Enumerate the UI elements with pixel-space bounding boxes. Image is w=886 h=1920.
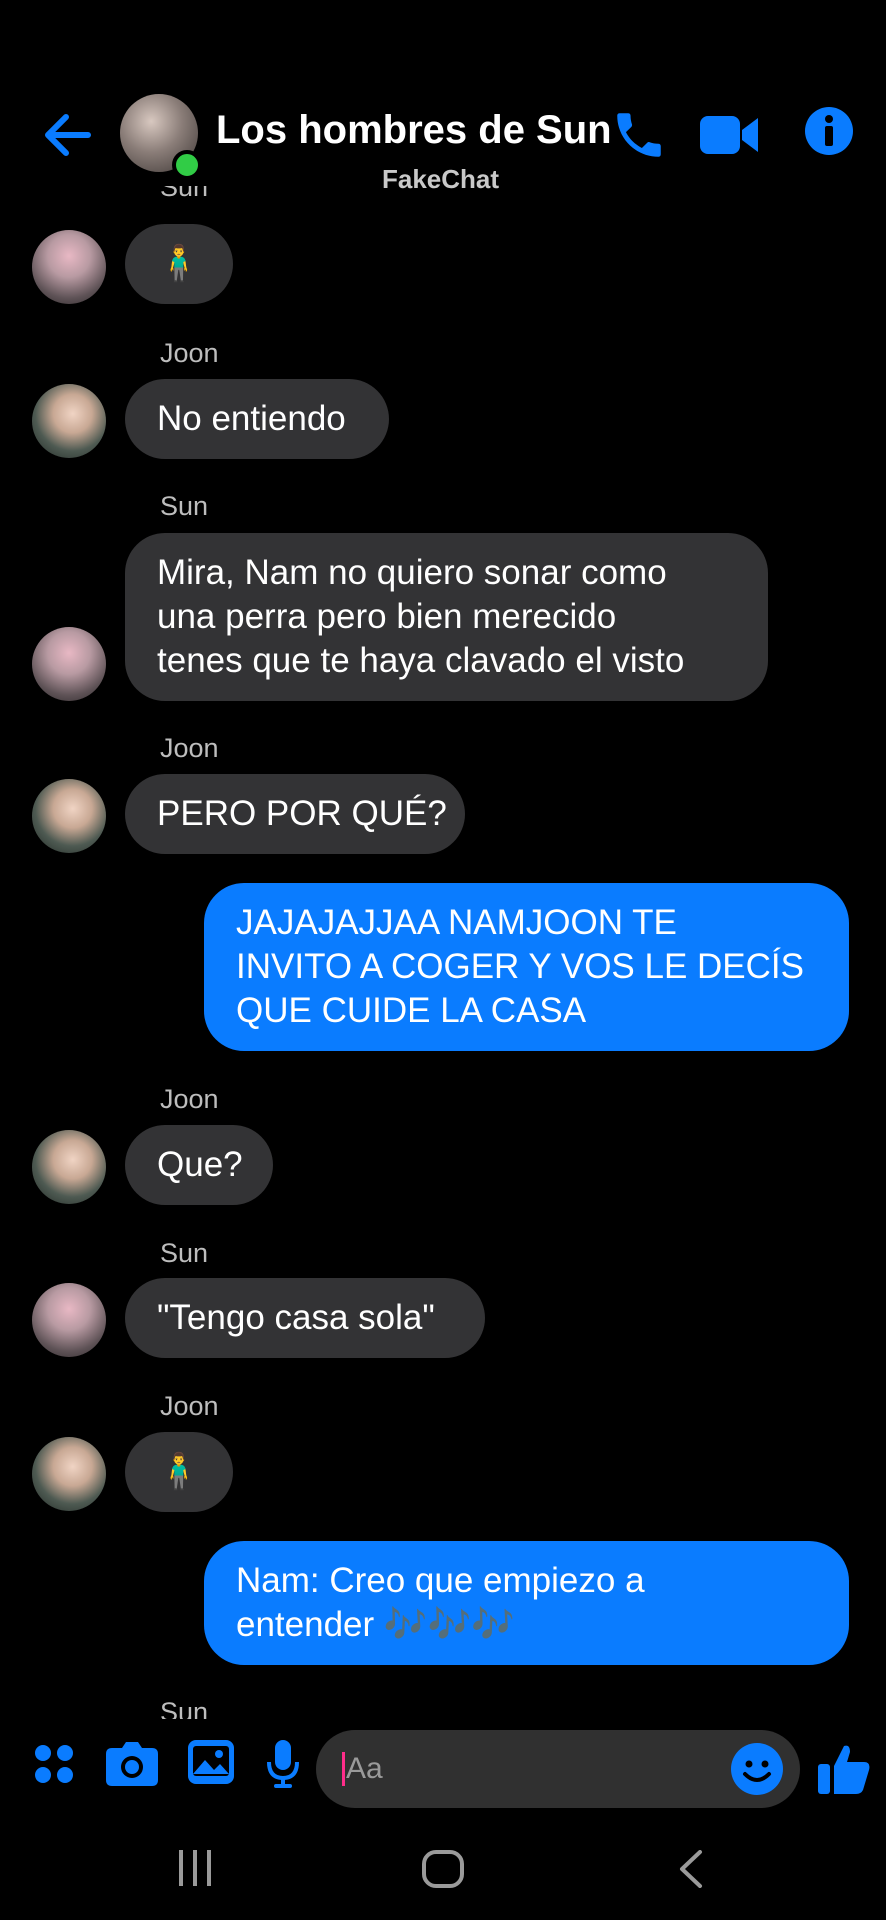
- chat-title[interactable]: Los hombres de Sun: [216, 108, 612, 153]
- message-line: Nam: Creo que empiezo a: [236, 1561, 645, 1600]
- apps-grid-icon[interactable]: [34, 1744, 74, 1789]
- message-input[interactable]: [346, 1748, 716, 1790]
- sender-label: Sun: [160, 491, 209, 521]
- image-icon[interactable]: [188, 1740, 234, 1789]
- message-bubble[interactable]: No entiendo: [125, 379, 389, 459]
- sender-label: Sun: [160, 1238, 209, 1268]
- message-line: JAJAJAJJAA NAMJOON TE: [236, 903, 677, 942]
- message-line: entender 🎶🎶🎶: [236, 1605, 515, 1644]
- message-line: QUE CUIDE LA CASA: [236, 991, 587, 1030]
- sender-label: Joon: [160, 1084, 219, 1114]
- sender-label: Sun: [160, 186, 209, 202]
- message-bubble-outgoing[interactable]: JAJAJAJJAA NAMJOON TE INVITO A COGER Y V…: [204, 883, 849, 1051]
- video-camera-icon[interactable]: [700, 112, 760, 158]
- sender-label: Joon: [160, 733, 219, 763]
- sender-avatar-sun[interactable]: [32, 627, 106, 701]
- smile-icon[interactable]: [730, 1742, 784, 1796]
- message-bubble-outgoing[interactable]: Nam: Creo que empiezo a entender 🎶🎶🎶: [204, 1541, 849, 1665]
- microphone-icon[interactable]: [266, 1740, 300, 1793]
- back-icon[interactable]: [678, 1850, 704, 1888]
- back-arrow-icon[interactable]: [40, 108, 94, 162]
- home-icon[interactable]: [422, 1850, 464, 1888]
- recents-icon[interactable]: [178, 1850, 212, 1886]
- sender-avatar-sun[interactable]: [32, 1283, 106, 1357]
- sender-label: Joon: [160, 1391, 219, 1421]
- sender-avatar-sun[interactable]: [32, 230, 106, 304]
- sender-label: Joon: [160, 338, 219, 368]
- camera-icon[interactable]: [106, 1742, 158, 1791]
- message-bubble[interactable]: Mira, Nam no quiero sonar como una perra…: [125, 533, 768, 701]
- message-line: Mira, Nam no quiero sonar como: [157, 553, 667, 592]
- chat-subtitle: FakeChat: [382, 164, 500, 194]
- message-bubble[interactable]: PERO POR QUÉ?: [125, 774, 465, 854]
- sender-label: Sun: [160, 1697, 209, 1719]
- message-bubble[interactable]: Que?: [125, 1125, 273, 1205]
- message-bubble[interactable]: 🧍‍♂️: [125, 1432, 233, 1512]
- message-line: INVITO A COGER Y VOS LE DECÍS: [236, 947, 804, 986]
- phone-icon[interactable]: [610, 106, 668, 164]
- message-line: tenes que te haya clavado el visto: [157, 641, 685, 680]
- thumbs-up-icon[interactable]: [816, 1740, 872, 1796]
- message-bubble[interactable]: 🧍‍♂️: [125, 224, 233, 304]
- sender-avatar-joon[interactable]: [32, 1130, 106, 1204]
- sender-avatar-joon[interactable]: [32, 779, 106, 853]
- sender-avatar-joon[interactable]: [32, 384, 106, 458]
- online-status-dot: [172, 150, 202, 180]
- message-bubble[interactable]: "Tengo casa sola": [125, 1278, 485, 1358]
- info-icon[interactable]: [804, 106, 854, 156]
- text-cursor: [342, 1752, 345, 1786]
- message-line: una perra pero bien merecido: [157, 597, 617, 636]
- sender-avatar-joon[interactable]: [32, 1437, 106, 1511]
